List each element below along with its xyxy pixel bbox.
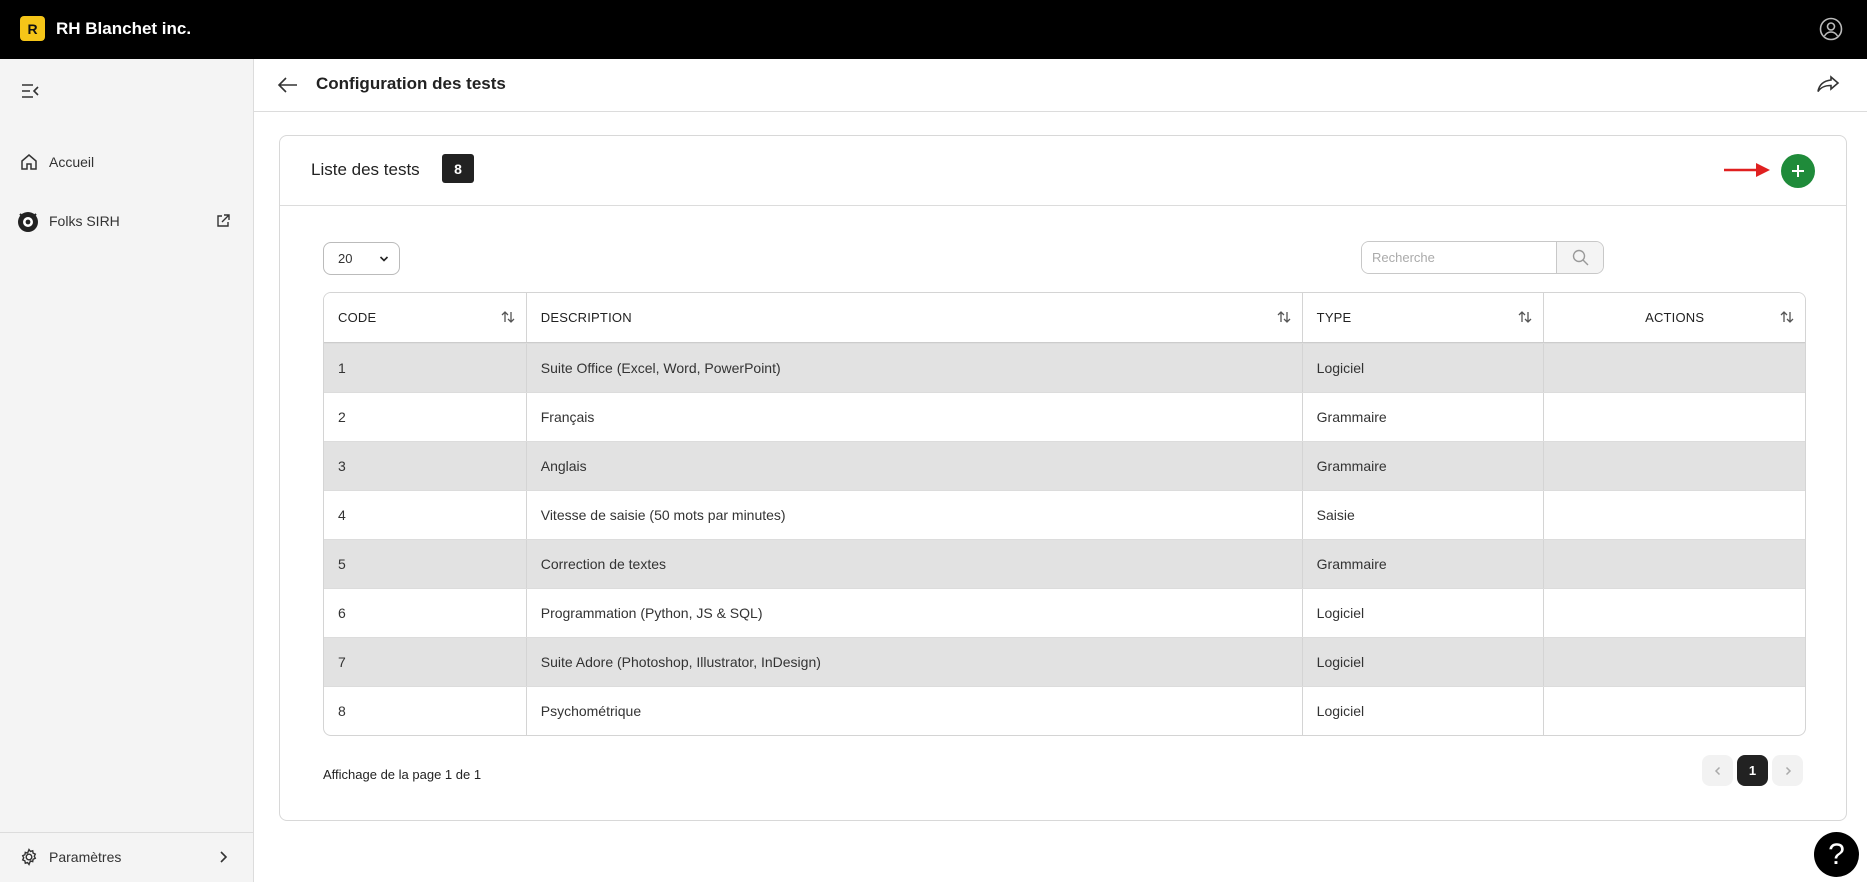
- page-size-select[interactable]: 20: [323, 242, 400, 275]
- company-name[interactable]: RH Blanchet inc.: [56, 19, 191, 39]
- cell-type: Logiciel: [1301, 687, 1544, 735]
- cell-description: Anglais: [525, 442, 1302, 490]
- next-page-button[interactable]: [1772, 755, 1803, 786]
- user-profile-icon[interactable]: [1819, 17, 1843, 41]
- cell-type: Saisie: [1301, 491, 1544, 539]
- cell-type: Logiciel: [1301, 638, 1544, 686]
- table-row[interactable]: 3 Anglais Grammaire: [324, 441, 1805, 490]
- card-header: Liste des tests 8: [280, 136, 1846, 206]
- column-header-label: TYPE: [1316, 310, 1352, 325]
- chevron-down-icon: [379, 256, 389, 262]
- previous-page-button[interactable]: [1702, 755, 1733, 786]
- cell-description: Suite Adore (Photoshop, Illustrator, InD…: [525, 638, 1302, 686]
- table-row[interactable]: 2 Français Grammaire: [324, 392, 1805, 441]
- cell-type: Grammaire: [1301, 442, 1544, 490]
- cell-description: Psychométrique: [525, 687, 1302, 735]
- top-bar: R RH Blanchet inc.: [0, 0, 1867, 59]
- cell-actions: [1543, 393, 1805, 441]
- cell-description: Suite Office (Excel, Word, PowerPoint): [525, 344, 1302, 392]
- column-header-type: TYPE: [1301, 293, 1544, 342]
- search-button[interactable]: [1556, 242, 1603, 273]
- page-header: Configuration des tests: [254, 59, 1867, 112]
- cell-code: 6: [338, 605, 346, 621]
- page-title: Configuration des tests: [316, 74, 506, 93]
- back-arrow-icon[interactable]: [276, 73, 300, 97]
- sidebar-item-label: Accueil: [49, 154, 95, 170]
- red-arrow-annotation-icon: [1724, 163, 1770, 177]
- gear-icon: [21, 848, 37, 866]
- collapse-sidebar-icon[interactable]: [20, 81, 40, 101]
- search-input[interactable]: [1362, 242, 1557, 273]
- sidebar-item-folks-sirh[interactable]: Folks SIRH: [0, 201, 253, 241]
- sort-icon[interactable]: [1276, 309, 1292, 325]
- column-header-actions: ACTIONS: [1543, 293, 1805, 342]
- cell-code: 4: [338, 507, 346, 523]
- column-header-label: ACTIONS: [1645, 310, 1705, 325]
- table-row[interactable]: 6 Programmation (Python, JS & SQL) Logic…: [324, 588, 1805, 637]
- sidebar-item-label: Folks SIRH: [49, 213, 120, 229]
- share-icon[interactable]: [1815, 73, 1841, 97]
- pagination-info: Affichage de la page 1 de 1: [323, 767, 482, 782]
- table-row[interactable]: 8 Psychométrique Logiciel: [324, 686, 1805, 735]
- cell-code: 2: [338, 409, 346, 425]
- cell-actions: [1543, 540, 1805, 588]
- folks-logo-icon: [18, 212, 38, 232]
- cell-type: Grammaire: [1301, 393, 1544, 441]
- column-header-label: DESCRIPTION: [540, 310, 632, 325]
- chevron-left-icon: [1714, 766, 1720, 775]
- column-header-label: CODE: [338, 310, 377, 325]
- chevron-right-icon: [1785, 766, 1791, 775]
- sidebar-item-accueil[interactable]: Accueil: [0, 142, 253, 182]
- add-test-button[interactable]: [1781, 154, 1815, 188]
- external-link-icon[interactable]: [215, 213, 231, 229]
- home-icon: [21, 154, 37, 170]
- table-row[interactable]: 7 Suite Adore (Photoshop, Illustrator, I…: [324, 637, 1805, 686]
- cell-type: Logiciel: [1301, 344, 1544, 392]
- page-button-current[interactable]: 1: [1737, 755, 1768, 786]
- help-button[interactable]: ?: [1814, 832, 1859, 877]
- sort-icon[interactable]: [1779, 309, 1795, 325]
- cell-code: 3: [338, 458, 346, 474]
- cell-actions: [1543, 442, 1805, 490]
- count-badge: 8: [442, 154, 474, 183]
- app-logo[interactable]: R: [20, 16, 45, 41]
- cell-description: Correction de textes: [525, 540, 1302, 588]
- search-icon: [1572, 249, 1589, 266]
- page-size-value: 20: [338, 251, 353, 266]
- cell-code: 1: [338, 360, 346, 376]
- plus-icon: [1792, 165, 1804, 177]
- sidebar-item-label: Paramètres: [49, 849, 122, 865]
- cell-code: 5: [338, 556, 346, 572]
- sidebar: Accueil Folks SIRH Paramètres: [0, 59, 254, 882]
- pagination: 1: [1702, 755, 1803, 786]
- table-row[interactable]: 1 Suite Office (Excel, Word, PowerPoint)…: [324, 343, 1805, 392]
- card-title: Liste des tests: [311, 160, 420, 179]
- sidebar-item-parametres[interactable]: Paramètres: [0, 837, 253, 877]
- tests-table: CODE DESCRIPTION TYPE ACTIONS 1 Suite Of…: [323, 292, 1806, 736]
- cell-actions: [1543, 589, 1805, 637]
- sort-icon[interactable]: [500, 309, 516, 325]
- sidebar-footer: Paramètres: [0, 832, 253, 882]
- cell-type: Logiciel: [1301, 589, 1544, 637]
- chevron-right-icon: [220, 851, 228, 863]
- cell-code: 7: [338, 654, 346, 670]
- cell-actions: [1543, 638, 1805, 686]
- search-box: [1361, 241, 1604, 274]
- table-row[interactable]: 5 Correction de textes Grammaire: [324, 539, 1805, 588]
- sort-icon[interactable]: [1517, 309, 1533, 325]
- table-header-row: CODE DESCRIPTION TYPE ACTIONS: [324, 293, 1805, 343]
- tests-list-card: Liste des tests 8 20 CODE: [279, 135, 1847, 821]
- column-header-code: CODE: [324, 293, 526, 342]
- cell-description: Vitesse de saisie (50 mots par minutes): [525, 491, 1302, 539]
- column-header-description: DESCRIPTION: [525, 293, 1302, 342]
- cell-actions: [1543, 344, 1805, 392]
- cell-code: 8: [338, 703, 346, 719]
- cell-actions: [1543, 491, 1805, 539]
- cell-description: Programmation (Python, JS & SQL): [525, 589, 1302, 637]
- cell-actions: [1543, 687, 1805, 735]
- cell-description: Français: [525, 393, 1302, 441]
- cell-type: Grammaire: [1301, 540, 1544, 588]
- table-row[interactable]: 4 Vitesse de saisie (50 mots par minutes…: [324, 490, 1805, 539]
